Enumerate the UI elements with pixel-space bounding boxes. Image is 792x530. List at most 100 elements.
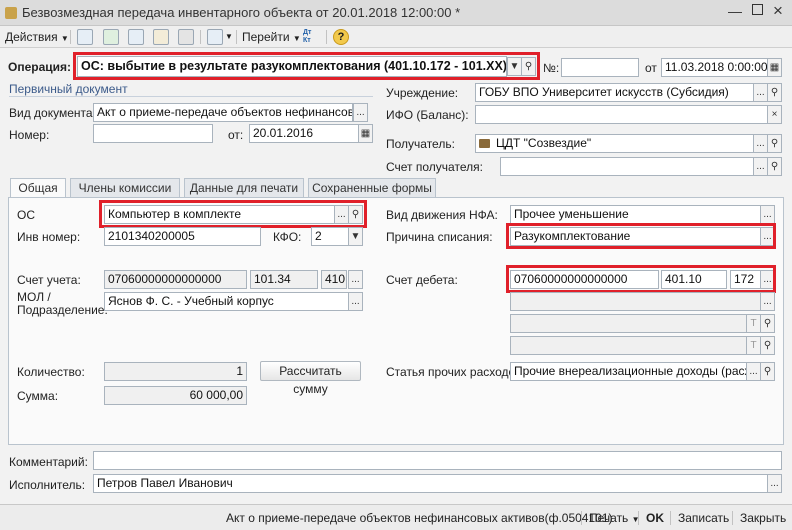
reason-field[interactable]: Разукомплектование: [510, 227, 761, 246]
actions-menu-label: Действия: [5, 30, 58, 44]
doc-number-label: Номер:: [9, 128, 50, 142]
number-field[interactable]: [561, 58, 639, 77]
institution-select-button[interactable]: ...: [753, 83, 768, 102]
movement-select-button[interactable]: ...: [760, 205, 775, 224]
calendar-icon[interactable]: ▦: [358, 124, 373, 143]
debit-select-button[interactable]: ...: [760, 270, 775, 289]
post-icon[interactable]: [153, 29, 169, 45]
actions-menu[interactable]: Действия ▼: [5, 28, 69, 46]
recipient-account-select-button[interactable]: ...: [753, 157, 768, 176]
operation-dropdown-button[interactable]: ▼: [507, 57, 522, 76]
ifo-clear-button[interactable]: ×: [767, 105, 782, 124]
recipient-field[interactable]: ЦДТ "Созвездие": [475, 134, 754, 153]
doc-date-field[interactable]: 20.01.2016: [249, 124, 359, 143]
operation-search-button[interactable]: ⚲: [521, 57, 536, 76]
analytics-field-2[interactable]: [510, 314, 747, 333]
analytics-3-type-button[interactable]: T: [746, 336, 761, 355]
toolbar-separator: [236, 30, 237, 44]
toolbar-separator: [70, 30, 71, 44]
close-icon[interactable]: ×: [773, 1, 783, 21]
account-sub-field[interactable]: 101.34: [250, 270, 318, 289]
sum-field[interactable]: 60 000,00: [104, 386, 247, 405]
analytics-field-1[interactable]: [510, 292, 761, 311]
recipient-select-button[interactable]: ...: [753, 134, 768, 153]
reason-select-button[interactable]: ...: [760, 227, 775, 246]
os-select-button[interactable]: ...: [334, 205, 349, 224]
os-search-button[interactable]: ⚲: [348, 205, 363, 224]
help-icon[interactable]: ?: [333, 29, 349, 45]
calculate-sum-button[interactable]: Рассчитать сумму: [260, 361, 361, 396]
recipient-search-button[interactable]: ⚲: [767, 134, 782, 153]
doc-type-select-button[interactable]: ...: [353, 103, 368, 122]
refresh-icon[interactable]: [103, 29, 119, 45]
analytics-2-type-button[interactable]: T: [746, 314, 761, 333]
tab-commission[interactable]: Члены комиссии: [70, 178, 180, 197]
section-divider: [9, 96, 373, 97]
window-title: Безвозмездная передача инвентарного объе…: [22, 5, 461, 20]
os-field[interactable]: Компьютер в комплекте: [104, 205, 335, 224]
date-field[interactable]: 11.03.2018 0:00:00: [661, 58, 768, 77]
institution-field[interactable]: ГОБУ ВПО Университет искусств (Субсидия): [475, 83, 754, 102]
analytics-3-search-button[interactable]: ⚲: [760, 336, 775, 355]
print-menu[interactable]: Печать ▼: [589, 509, 640, 527]
expense-select-button[interactable]: ...: [746, 362, 761, 381]
mol-label: МОЛ / Подразделение:: [17, 291, 108, 317]
tab-print-data[interactable]: Данные для печати: [184, 178, 304, 197]
quantity-field[interactable]: 1: [104, 362, 247, 381]
dropdown-arrow-icon[interactable]: ▼: [225, 32, 233, 41]
account-kosgu-field[interactable]: 410: [321, 270, 347, 289]
tab-saved-forms[interactable]: Сохраненные формы: [308, 178, 436, 197]
save-button[interactable]: Записать: [678, 509, 729, 527]
expense-label: Статья прочих расходов:: [386, 365, 525, 379]
calendar-icon[interactable]: ▦: [767, 58, 782, 77]
ok-button[interactable]: OK: [646, 509, 664, 527]
minimize-icon[interactable]: —: [728, 3, 742, 19]
mol-label-line2: Подразделение:: [17, 303, 108, 317]
dt-kt-button[interactable]: Дт Кт: [303, 29, 319, 45]
recipient-account-search-button[interactable]: ⚲: [767, 157, 782, 176]
maximize-icon[interactable]: [752, 4, 763, 15]
goto-menu[interactable]: Перейти ▼: [242, 28, 301, 46]
reason-label: Причина списания:: [386, 230, 493, 244]
recipient-account-label: Счет получателя:: [386, 160, 483, 174]
analytics-1-select-button[interactable]: ...: [760, 292, 775, 311]
debit-kosgu-field[interactable]: 172: [730, 270, 761, 289]
mol-field[interactable]: Яснов Ф. С. - Учебный корпус: [104, 292, 349, 311]
move-icon[interactable]: [207, 29, 223, 45]
toolbar-separator: [326, 30, 327, 44]
institution-search-button[interactable]: ⚲: [767, 83, 782, 102]
print-form-link[interactable]: Акт о приеме-передаче объектов нефинансо…: [226, 509, 612, 527]
mol-select-button[interactable]: ...: [348, 292, 363, 311]
bottom-separator: [638, 511, 639, 525]
debit-code-field[interactable]: 07060000000000000: [510, 270, 659, 289]
dropdown-arrow-icon: ▼: [292, 34, 301, 43]
movement-field[interactable]: Прочее уменьшение: [510, 205, 761, 224]
debit-sub-field[interactable]: 401.10: [661, 270, 727, 289]
tab-general[interactable]: Общая: [10, 178, 66, 198]
expense-search-button[interactable]: ⚲: [760, 362, 775, 381]
executor-label: Исполнитель:: [9, 478, 86, 492]
executor-field[interactable]: Петров Павел Иванович: [93, 474, 768, 493]
analytics-field-3[interactable]: [510, 336, 747, 355]
print-icon[interactable]: [178, 29, 194, 45]
operation-field[interactable]: ОС: выбытие в результате разукомплектова…: [77, 56, 507, 77]
analytics-2-search-button[interactable]: ⚲: [760, 314, 775, 333]
doc-number-field[interactable]: [93, 124, 213, 143]
executor-select-button[interactable]: ...: [767, 474, 782, 493]
account-code-field[interactable]: 07060000000000000: [104, 270, 247, 289]
kfo-dropdown-button[interactable]: ▼: [348, 227, 363, 246]
inv-number-field[interactable]: 2101340200005: [104, 227, 261, 246]
doc-type-label: Вид документа:: [9, 106, 96, 120]
recipient-label: Получатель:: [386, 137, 455, 151]
recipient-account-field[interactable]: [500, 157, 754, 176]
copy-icon[interactable]: [128, 29, 144, 45]
kfo-field[interactable]: 2: [311, 227, 349, 246]
ifo-field[interactable]: [475, 105, 768, 124]
doc-type-field[interactable]: Акт о приеме-передаче объектов нефинансо…: [93, 103, 353, 122]
comment-field[interactable]: [93, 451, 782, 470]
new-document-icon[interactable]: [77, 29, 93, 45]
close-button[interactable]: Закрыть: [740, 509, 786, 527]
account-select-button[interactable]: ...: [348, 270, 363, 289]
expense-field[interactable]: Прочие внереализационные доходы (расходы…: [510, 362, 747, 381]
operation-label: Операция:: [8, 60, 72, 74]
